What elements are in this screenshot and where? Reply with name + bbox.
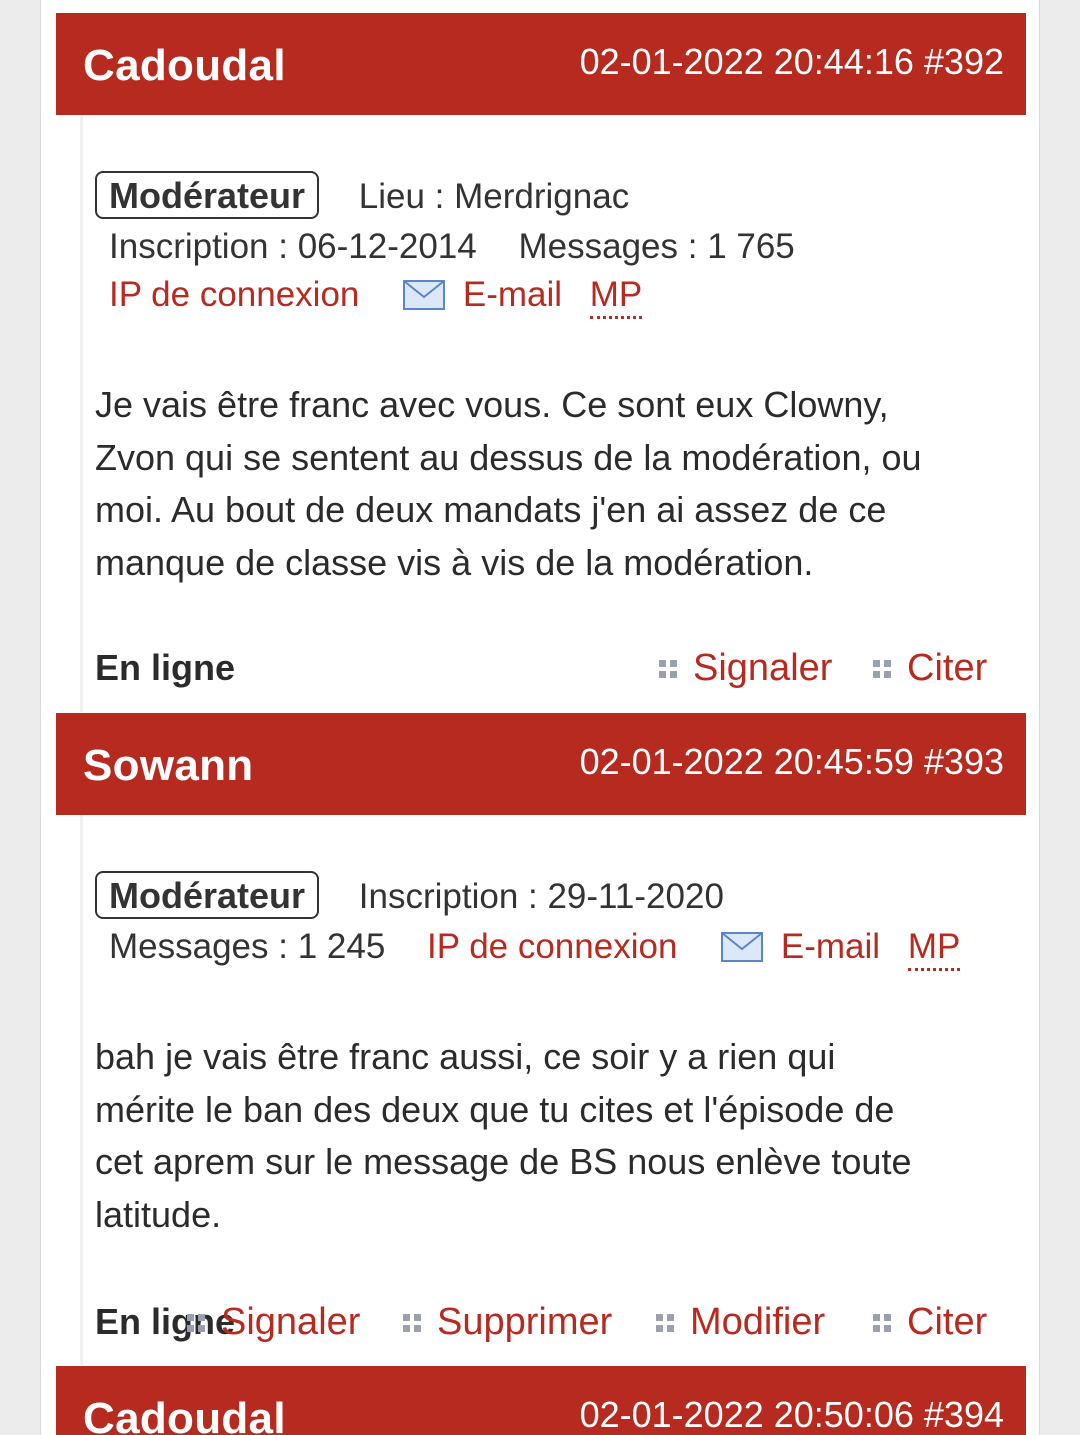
post-header: Sowann 02-01-2022 20:45:59 #393 xyxy=(56,713,1026,815)
message-line: bah je vais être franc aussi, ce soir y … xyxy=(95,1036,836,1077)
profile-line: Modérateur Lieu : Merdrignac xyxy=(95,171,629,219)
message-text: Je vais être franc avec vous. Ce sont eu… xyxy=(95,379,1005,589)
edit-label: Modifier xyxy=(690,1301,826,1343)
post-number[interactable]: #394 xyxy=(924,1394,1004,1435)
quote-button[interactable]: Citer xyxy=(873,645,987,690)
mp-link[interactable]: MP xyxy=(589,275,643,319)
role-badge: Modérateur xyxy=(95,171,320,219)
profile-line: Messages : 1 245 IP de connexion E-mail … xyxy=(109,927,961,971)
ip-link[interactable]: IP de connexion xyxy=(427,927,677,966)
post-author[interactable]: Cadoudal xyxy=(83,41,286,91)
post-author[interactable]: Sowann xyxy=(83,741,253,791)
grip-dots-icon xyxy=(659,645,677,678)
profile-links: IP de connexion E-mail MP xyxy=(109,275,643,319)
message-line: cet aprem sur le message de BS nous enlè… xyxy=(95,1141,912,1182)
grip-dots-icon xyxy=(656,1299,674,1332)
message-line: Je vais être franc avec vous. Ce sont eu… xyxy=(95,384,889,425)
inscription-label: Inscription : xyxy=(109,227,288,266)
post-datetime: 02-01-2022 20:50:06 xyxy=(579,1394,914,1435)
post-number[interactable]: #392 xyxy=(924,41,1004,82)
inscription-label: Inscription : xyxy=(358,877,538,916)
report-label: Signaler xyxy=(693,647,833,689)
role-badge: Modérateur xyxy=(95,871,320,919)
email-link[interactable]: E-mail xyxy=(463,275,562,314)
post-number[interactable]: #393 xyxy=(924,741,1004,782)
quote-label: Citer xyxy=(907,1301,988,1343)
messages-value: 1 245 xyxy=(297,927,386,966)
grip-dots-icon xyxy=(403,1299,421,1332)
ip-link[interactable]: IP de connexion xyxy=(109,275,359,314)
report-label: Signaler xyxy=(221,1301,361,1343)
inscription-value: 06-12-2014 xyxy=(297,227,477,266)
report-button[interactable]: Signaler xyxy=(187,1299,360,1344)
message-line: manque de classe vis à vis de la modérat… xyxy=(95,541,814,583)
profile-line: Inscription : 06-12-2014 Messages : 1 76… xyxy=(109,227,795,267)
post-header: Cadoudal 02-01-2022 20:44:16 #392 xyxy=(56,13,1026,115)
grip-dots-icon xyxy=(187,1299,205,1332)
post-meta[interactable]: 02-01-2022 20:50:06 #394 xyxy=(580,1394,1004,1435)
message-line: mérite le ban des deux que tu cites et l… xyxy=(95,1088,895,1130)
mail-icon[interactable] xyxy=(721,931,764,971)
inscription-value: 29-11-2020 xyxy=(547,877,724,916)
messages-label: Messages : xyxy=(109,927,288,966)
messages-label: Messages : xyxy=(518,227,698,266)
post-meta[interactable]: 02-01-2022 20:44:16 #392 xyxy=(580,41,1004,83)
post-body: Modérateur Inscription : 29-11-2020 Mess… xyxy=(80,815,1026,1365)
message-text: bah je vais être franc aussi, ce soir y … xyxy=(95,1031,1005,1241)
delete-button[interactable]: Supprimer xyxy=(403,1299,612,1344)
post-header: Cadoudal 02-01-2022 20:50:06 #394 xyxy=(56,1366,1026,1435)
mail-icon[interactable] xyxy=(403,279,446,319)
profile-line: Modérateur Inscription : 29-11-2020 xyxy=(95,871,724,919)
post-meta[interactable]: 02-01-2022 20:45:59 #393 xyxy=(580,741,1004,783)
messages-value: 1 765 xyxy=(707,227,795,266)
post-datetime: 02-01-2022 20:44:16 xyxy=(579,41,914,82)
location-label: Lieu : xyxy=(358,177,445,216)
delete-label: Supprimer xyxy=(437,1301,613,1343)
edit-button[interactable]: Modifier xyxy=(656,1299,825,1344)
quote-label: Citer xyxy=(907,647,988,689)
post-datetime: 02-01-2022 20:45:59 xyxy=(579,741,914,782)
message-line: moi. Au bout de deux mandats j'en ai ass… xyxy=(95,489,887,530)
report-button[interactable]: Signaler xyxy=(659,645,832,690)
grip-dots-icon xyxy=(873,1299,891,1332)
message-line: latitude. xyxy=(95,1193,222,1235)
email-link[interactable]: E-mail xyxy=(781,927,880,966)
location-value: Merdrignac xyxy=(454,177,630,216)
post-author[interactable]: Cadoudal xyxy=(83,1394,286,1435)
grip-dots-icon xyxy=(873,645,891,678)
message-line: Zvon qui se sentent au dessus de la modé… xyxy=(95,436,922,478)
online-status: En ligne xyxy=(95,647,236,688)
quote-button[interactable]: Citer xyxy=(873,1299,987,1344)
mp-link[interactable]: MP xyxy=(907,927,961,971)
post-body: Modérateur Lieu : Merdrignac Inscription… xyxy=(80,115,1026,712)
